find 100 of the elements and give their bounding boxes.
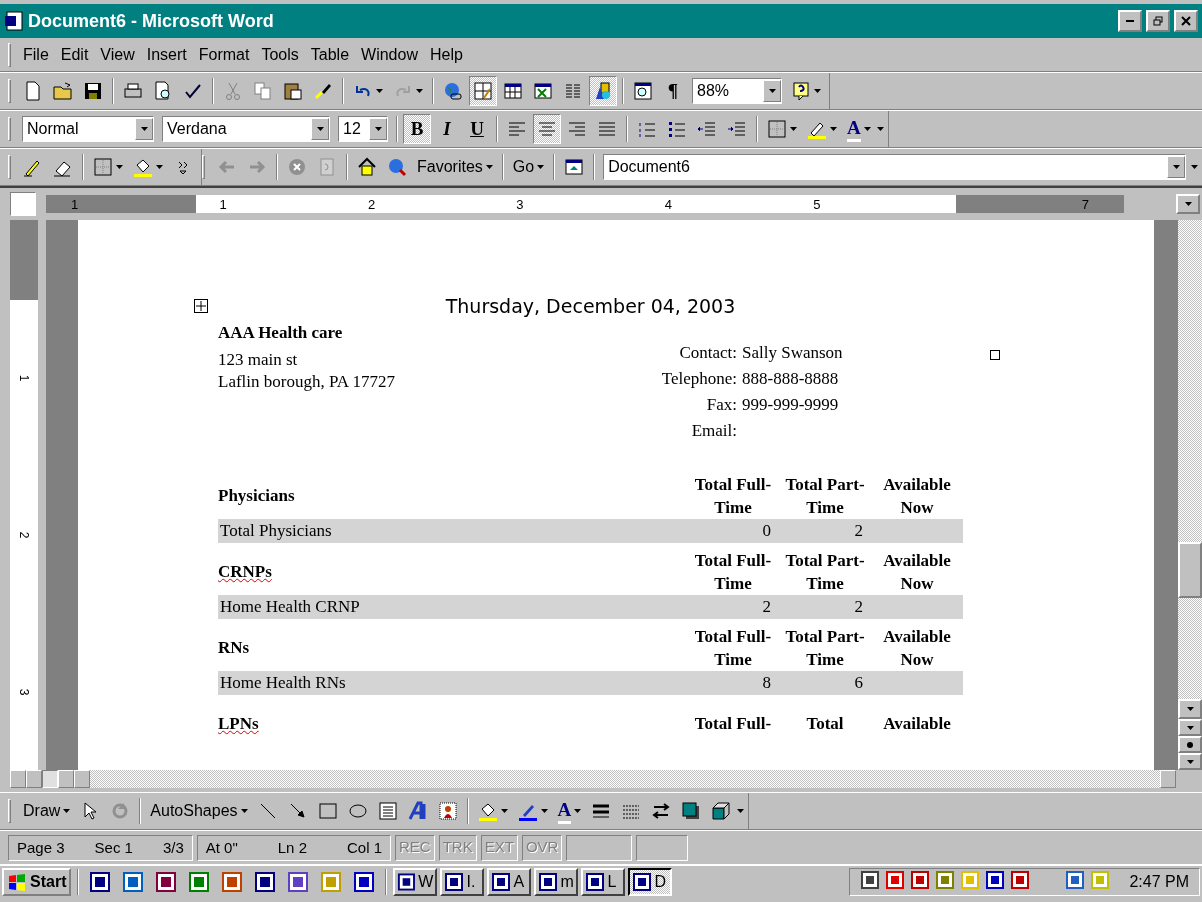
menu-item[interactable]: Tools bbox=[255, 43, 305, 66]
status-text: At 0" bbox=[205, 839, 238, 856]
menu-item[interactable]: Table bbox=[304, 43, 356, 66]
column-header: Total bbox=[805, 713, 845, 735]
border-grid-icon bbox=[93, 157, 113, 177]
menu-item[interactable]: Window bbox=[355, 43, 424, 66]
spreadsheet-icon bbox=[533, 81, 553, 101]
horizontal-ruler[interactable]: 1 1 2 3 4 5 7 bbox=[46, 195, 1124, 213]
browse-object-button[interactable] bbox=[1178, 736, 1202, 753]
scissors-icon bbox=[223, 81, 243, 101]
ruler-number: 2 bbox=[367, 196, 376, 212]
taskbar-button[interactable]: I. bbox=[440, 868, 485, 896]
table-grid-icon bbox=[503, 81, 523, 101]
app-icon bbox=[353, 871, 376, 893]
menu-item[interactable]: View bbox=[94, 43, 141, 66]
vertical-ruler[interactable]: 1 2 3 bbox=[10, 220, 38, 770]
app-icon bbox=[585, 872, 606, 892]
close-button[interactable] bbox=[1174, 10, 1198, 32]
scroll-left-button[interactable] bbox=[74, 770, 90, 788]
taskbar-button[interactable]: A bbox=[487, 868, 532, 896]
list-bullets-icon bbox=[667, 119, 687, 139]
style-field[interactable]: Normal bbox=[22, 116, 154, 142]
caret-icon bbox=[1186, 759, 1194, 764]
table-cell-text: Home Health RNs bbox=[219, 673, 347, 693]
caret-icon bbox=[830, 127, 837, 131]
scroll-down-button[interactable] bbox=[1178, 699, 1202, 719]
taskbar-button[interactable]: D bbox=[628, 868, 673, 896]
ruler-number: 5 bbox=[813, 196, 821, 212]
status-text: Col 1 bbox=[347, 839, 382, 856]
minimize-button[interactable] bbox=[1118, 10, 1142, 32]
caret-icon bbox=[140, 127, 148, 131]
ruler-number: 3 bbox=[17, 688, 31, 695]
caret-icon bbox=[240, 809, 248, 813]
tab-selector[interactable] bbox=[10, 192, 36, 216]
vertical-scrollbar[interactable] bbox=[1178, 220, 1202, 770]
scroll-right-button[interactable] bbox=[1160, 770, 1176, 788]
font-style-button[interactable]: B bbox=[403, 114, 431, 144]
start-button[interactable]: Start bbox=[2, 868, 72, 896]
ruler-number: 4 bbox=[664, 196, 673, 212]
stop-icon bbox=[287, 157, 307, 177]
menu-item[interactable]: Insert bbox=[140, 43, 193, 66]
app-icon bbox=[1065, 870, 1086, 890]
table-cell-text: 0 bbox=[761, 521, 772, 541]
scroll-up-button[interactable] bbox=[1176, 194, 1200, 214]
border-grid-icon bbox=[767, 119, 787, 139]
copy-pages-icon bbox=[253, 81, 273, 101]
app-icon bbox=[960, 870, 981, 890]
ruler-number: 1 bbox=[17, 375, 31, 382]
table-cell-text: 2 bbox=[761, 597, 772, 617]
menu-item[interactable]: File bbox=[17, 43, 55, 66]
caret-icon bbox=[156, 165, 163, 169]
align-button[interactable] bbox=[533, 114, 561, 144]
column-header: Total Full-Time bbox=[693, 474, 773, 519]
contact-label: Fax: bbox=[705, 395, 737, 415]
zoom-field[interactable]: 88% bbox=[692, 78, 782, 104]
taskbar-button[interactable]: m bbox=[534, 868, 579, 896]
shapes-icon bbox=[593, 81, 613, 101]
caret-icon bbox=[768, 89, 776, 93]
horizontal-scrollbar[interactable] bbox=[10, 770, 1176, 788]
caret-icon bbox=[500, 809, 508, 813]
menu-item[interactable]: Edit bbox=[54, 43, 95, 66]
slanted-a-icon bbox=[407, 801, 428, 821]
restore-button[interactable] bbox=[1146, 10, 1170, 32]
previous-page-button[interactable] bbox=[1178, 719, 1202, 736]
section-heading: LPNs bbox=[218, 713, 259, 734]
app-icon bbox=[444, 872, 465, 892]
font-size-field[interactable]: 12 bbox=[338, 116, 388, 142]
app-icon bbox=[320, 871, 343, 893]
globe-magnifier-icon bbox=[387, 157, 407, 177]
paintbrush-icon bbox=[313, 81, 333, 101]
alignment-icon bbox=[567, 119, 587, 139]
taskbar-button[interactable]: L bbox=[581, 868, 626, 896]
taskbar-button[interactable]: W bbox=[393, 868, 438, 896]
menu-item[interactable]: Help bbox=[423, 43, 469, 66]
table-cell-text: 8 bbox=[761, 673, 772, 693]
font-field[interactable]: Verdana bbox=[162, 116, 330, 142]
address-line: Laflin borough, PA 17727 bbox=[218, 372, 395, 392]
contact-label: Telephone: bbox=[661, 369, 737, 389]
globe-link-icon bbox=[443, 81, 463, 101]
shadow-square-icon bbox=[681, 801, 702, 821]
view-button[interactable] bbox=[42, 770, 58, 788]
shapes-button[interactable] bbox=[589, 76, 617, 106]
column-header: Total Full-Time bbox=[693, 550, 773, 595]
table-pencil-button[interactable] bbox=[469, 76, 497, 106]
clipboard-icon bbox=[283, 81, 303, 101]
table-move-handle-icon bbox=[194, 299, 208, 313]
next-page-button[interactable] bbox=[1178, 753, 1202, 770]
section-heading: RNs bbox=[218, 638, 250, 658]
address-field[interactable]: Document6 bbox=[603, 154, 1186, 180]
caret-icon bbox=[540, 809, 548, 813]
menu-item[interactable]: Format bbox=[192, 43, 256, 66]
paint-bucket-icon bbox=[133, 157, 153, 177]
alignment-icon bbox=[537, 119, 557, 139]
column-header: Total Full-Time bbox=[693, 626, 773, 671]
outdent-icon bbox=[697, 119, 717, 139]
table-cell-text: 6 bbox=[853, 673, 864, 693]
app-icon bbox=[89, 871, 112, 893]
app-icon bbox=[1090, 870, 1111, 890]
folder-icon bbox=[53, 81, 73, 101]
scroll-thumb[interactable] bbox=[1178, 542, 1202, 599]
